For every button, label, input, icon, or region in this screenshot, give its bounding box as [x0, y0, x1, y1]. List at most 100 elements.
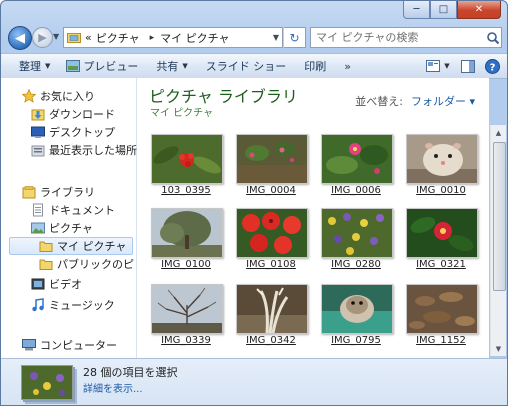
search-input[interactable] [311, 30, 486, 45]
scroll-up-button[interactable]: ▲ [492, 125, 505, 140]
close-button[interactable]: ✕ [457, 1, 501, 19]
sidebar-item-videos[interactable]: ビデオ [31, 275, 82, 293]
explorer-window: ─ □ ✕ ◀ ▶ ▼ « ピクチャ ▸ マイ ピクチャ ▼ ↻ マイ ピクチャ… [0, 0, 508, 406]
search-icon[interactable] [486, 31, 500, 45]
desktop-icon [31, 126, 45, 138]
vertical-scrollbar[interactable]: ▲ ▼ [490, 125, 506, 356]
minimize-button[interactable]: ─ [403, 1, 430, 19]
photo-thumbnail[interactable]: IMG_0108 [230, 204, 310, 282]
photo-image [152, 285, 222, 333]
selection-count: 28 個の項目を選択 [83, 366, 178, 379]
photo-image [237, 285, 307, 333]
more-commands-button[interactable]: » [338, 55, 357, 77]
share-button[interactable]: 共有 ▼ [150, 55, 193, 77]
show-details-link[interactable]: 詳細を表示... [83, 380, 143, 395]
sidebar-item-computer[interactable]: コンピューター [22, 336, 117, 354]
photo-filename: IMG_0342 [246, 335, 296, 346]
preview-label: プレビュー [83, 60, 139, 73]
photo-thumbnail[interactable]: IMG_0280 [315, 204, 395, 282]
photo-image [322, 135, 392, 183]
sidebar-label: ミュージック [49, 299, 115, 312]
address-overflow[interactable]: « [85, 31, 92, 44]
photo-thumbnail[interactable]: IMG_0100 [145, 204, 225, 282]
slideshow-button[interactable]: スライド ショー [200, 55, 293, 77]
sidebar-label: コンピューター [40, 339, 117, 352]
sidebar-label: デスクトップ [49, 126, 115, 139]
address-dropdown-icon[interactable]: ▼ [273, 33, 279, 42]
sidebar-item-pictures[interactable]: ピクチャ [31, 219, 93, 237]
sidebar-item-music[interactable]: ミュージック [31, 296, 115, 314]
share-label: 共有 [156, 60, 179, 73]
downloads-folder-icon [31, 109, 45, 121]
computer-icon [22, 339, 36, 351]
breadcrumb-my-pictures[interactable]: マイ ピクチャ [160, 30, 229, 46]
preview-pane-button[interactable] [459, 56, 477, 76]
photo-filename: IMG_0010 [416, 185, 466, 196]
address-bar[interactable]: « ピクチャ ▸ マイ ピクチャ ▼ [63, 27, 283, 48]
forward-button[interactable]: ▶ [32, 27, 53, 48]
more-label: » [344, 59, 352, 73]
photo-filename: IMG_1152 [416, 335, 466, 346]
view-icon [426, 60, 441, 72]
sidebar-item-recent-places[interactable]: 最近表示した場所 [31, 141, 137, 159]
breadcrumb-pictures[interactable]: ピクチャ [96, 30, 140, 46]
view-options-button[interactable]: ▼ [423, 56, 453, 76]
photo-filename: IMG_0795 [331, 335, 381, 346]
print-button[interactable]: 印刷 [298, 55, 332, 77]
breadcrumb-separator[interactable]: ▸ [150, 33, 155, 43]
caption-buttons: ─ □ ✕ [403, 1, 501, 19]
print-label: 印刷 [304, 60, 327, 73]
sidebar-item-downloads[interactable]: ダウンロード [31, 105, 115, 123]
videos-icon [31, 278, 45, 290]
photo-filename: IMG_0339 [161, 335, 211, 346]
sidebar-item-libraries[interactable]: ライブラリ [22, 183, 95, 201]
photo-image [152, 209, 222, 257]
sidebar-item-desktop[interactable]: デスクトップ [31, 123, 115, 141]
photo-thumbnail[interactable]: IMG_0339 [145, 280, 225, 358]
music-icon [32, 298, 44, 312]
sidebar-label: ドキュメント [49, 204, 115, 217]
photo-thumbnail[interactable]: 103_0395 [145, 130, 225, 208]
photo-image [322, 209, 392, 257]
sidebar-item-my-pictures[interactable]: マイ ピクチャ [9, 237, 133, 255]
slideshow-label: スライド ショー [205, 60, 287, 73]
refresh-icon: ↻ [289, 30, 300, 45]
chevron-down-icon: ▼ [182, 62, 188, 70]
preview-icon [66, 60, 81, 72]
sidebar-item-documents[interactable]: ドキュメント [31, 201, 115, 219]
sidebar-item-favorites[interactable]: お気に入り [22, 87, 95, 105]
preview-button[interactable]: プレビュー [60, 55, 144, 77]
photo-thumbnail[interactable]: IMG_0321 [400, 204, 480, 282]
photo-thumbnail[interactable]: IMG_0006 [315, 130, 395, 208]
photo-filename: 103_0395 [161, 185, 211, 196]
star-icon [22, 89, 36, 103]
photo-thumbnail[interactable]: IMG_0004 [230, 130, 310, 208]
photo-image [152, 135, 222, 183]
recent-places-icon [31, 145, 45, 157]
photo-thumbnail[interactable]: IMG_0342 [230, 280, 310, 358]
forward-arrow-icon: ▶ [38, 31, 47, 44]
photo-filename: IMG_0108 [246, 259, 296, 270]
help-button[interactable]: ? [483, 56, 501, 76]
photo-thumbnail[interactable]: IMG_0010 [400, 130, 480, 208]
scroll-down-button[interactable]: ▼ [492, 341, 505, 356]
back-button[interactable]: ◀ [8, 26, 32, 50]
photo-filename: IMG_0321 [416, 259, 466, 270]
arrange-by: 並べ替え: フォルダー ▾ [355, 93, 475, 109]
recent-pages-dropdown[interactable]: ▼ [53, 32, 61, 41]
organize-button[interactable]: 整理 ▼ [13, 55, 56, 77]
photo-thumbnail[interactable]: IMG_1152 [400, 280, 480, 358]
sidebar-label: パブリックのピク [57, 258, 134, 271]
organize-label: 整理 [19, 60, 41, 73]
arrange-by-dropdown[interactable]: フォルダー ▾ [411, 95, 475, 108]
search-box[interactable] [310, 27, 502, 48]
details-pane: 28 個の項目を選択 詳細を表示... [1, 358, 507, 405]
sidebar-item-public-pictures[interactable]: パブリックのピク [39, 255, 134, 273]
maximize-button[interactable]: □ [430, 1, 457, 19]
photo-image [322, 285, 392, 333]
photo-thumbnail[interactable]: IMG_0795 [315, 280, 395, 358]
refresh-button[interactable]: ↻ [284, 27, 306, 48]
sidebar-label: ビデオ [49, 278, 82, 291]
scrollbar-thumb[interactable] [493, 142, 506, 291]
chevron-down-icon: ▼ [45, 62, 51, 70]
